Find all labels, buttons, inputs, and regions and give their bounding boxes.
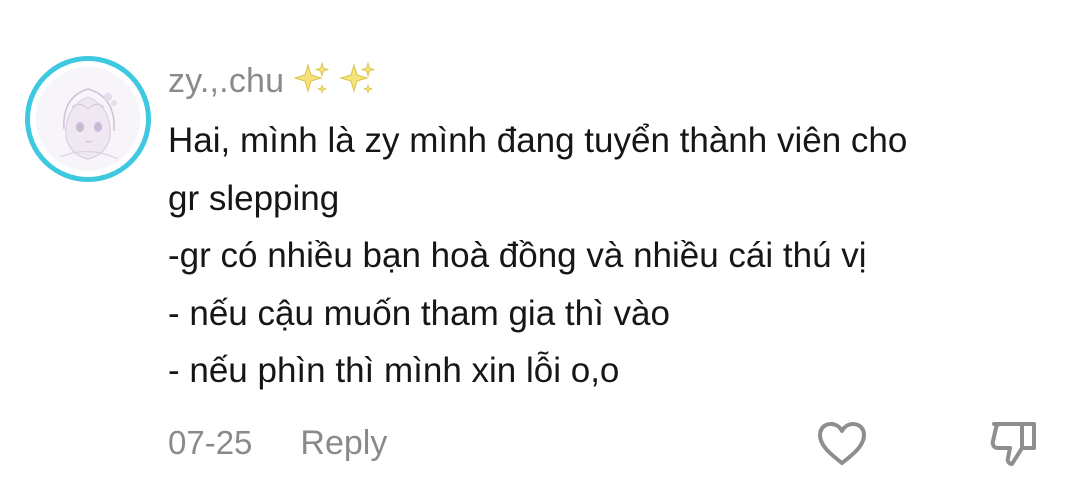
comment-meta: 07-25 Reply (168, 420, 387, 466)
like-button[interactable] (816, 420, 868, 468)
comment-header: zy.,.chu (168, 58, 376, 104)
sparkle-icon (293, 61, 330, 102)
dislike-button[interactable] (988, 418, 1040, 468)
username[interactable]: zy.,.chu (168, 62, 284, 101)
comment-line: - nếu phìn thì mình xin lỗi o,o (168, 351, 620, 390)
comment-line: gr slepping (168, 178, 340, 218)
heart-outline-icon (818, 422, 866, 465)
thumbs-down-outline-icon (990, 422, 1036, 466)
avatar-image (36, 67, 140, 171)
reply-button[interactable]: Reply (300, 424, 387, 463)
comment-date: 07-25 (168, 424, 253, 461)
sparkle-icon (339, 61, 376, 102)
comment-line: Hai, mình là zy mình đang tuyển thành vi… (168, 121, 908, 160)
comment-text: Hai, mình là zy mình đang tuyển thành vi… (168, 112, 1048, 400)
comment-line: -gr có nhiều bạn hoà đồng và nhiều cái t… (168, 236, 867, 275)
avatar[interactable] (25, 56, 151, 182)
comment-line: - nếu cậu muốn tham gia thì vào (168, 293, 670, 333)
